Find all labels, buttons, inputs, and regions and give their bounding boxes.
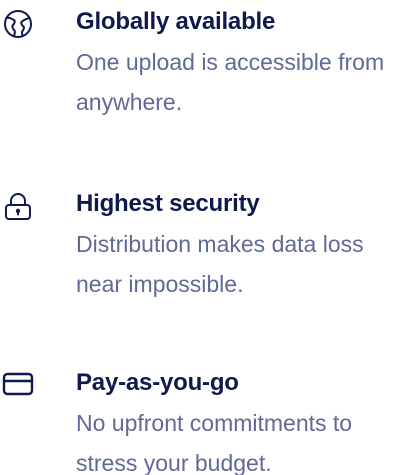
feature-title: Globally available bbox=[76, 8, 276, 35]
feature-description: Distribution makes data loss near imposs… bbox=[76, 231, 364, 297]
feature-description: One upload is accessible from anywhere. bbox=[76, 49, 385, 115]
lock-icon bbox=[2, 190, 34, 222]
feature-title: Pay-as-you-go bbox=[76, 369, 239, 396]
feature-description: No upfront commitments to stress your bu… bbox=[76, 410, 353, 475]
globe-icon bbox=[2, 8, 34, 40]
feature-title: Highest security bbox=[76, 190, 260, 217]
credit-card-icon bbox=[2, 369, 34, 401]
